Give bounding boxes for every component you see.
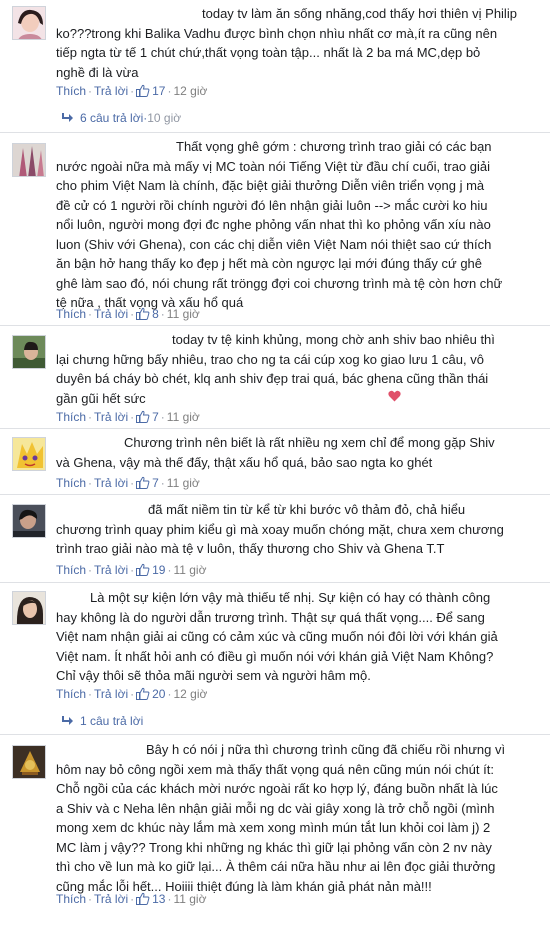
like-count[interactable]: 7 (136, 410, 159, 424)
comment-actions: Thích · Trả lời · 7 · 11 giờ (56, 410, 200, 424)
comment-text: today tv làm ăn sống nhăng,cod thấy hơi … (56, 6, 517, 80)
view-replies-link[interactable]: 6 câu trả lời·10 giờ (60, 111, 181, 125)
view-replies-link[interactable]: 1 câu trả lời (60, 714, 143, 728)
comment-actions: Thích · Trả lời · 20 · 12 giờ (56, 687, 208, 701)
like-button[interactable]: Thích (56, 892, 86, 906)
divider (0, 132, 550, 133)
like-button[interactable]: Thích (56, 563, 86, 577)
timestamp[interactable]: 11 giờ (173, 892, 206, 906)
like-button[interactable]: Thích (56, 410, 86, 424)
comment-actions: Thích · Trả lời · 8 · 11 giờ (56, 307, 200, 321)
timestamp[interactable]: 11 giờ (167, 410, 200, 424)
divider (0, 428, 550, 429)
avatar[interactable] (12, 437, 46, 471)
like-count[interactable]: 20 (136, 687, 165, 701)
reply-button[interactable]: Trả lời (94, 687, 128, 701)
thumbs-up-icon (136, 410, 150, 423)
divider (0, 325, 550, 326)
comment-text: today tv tệ kinh khủng, mong chờ anh shi… (56, 332, 495, 406)
avatar[interactable] (12, 591, 46, 625)
comment-text: Chương trình nên biết là rất nhiều ng xe… (56, 435, 495, 470)
thumbs-up-icon (136, 84, 150, 97)
like-count[interactable]: 19 (136, 563, 165, 577)
timestamp[interactable]: 11 giờ (167, 307, 200, 321)
comment-actions: Thích · Trả lời · 7 · 11 giờ (56, 476, 200, 490)
thumbs-up-icon (136, 476, 150, 489)
divider (0, 582, 550, 583)
avatar[interactable] (12, 6, 46, 40)
like-count[interactable]: 7 (136, 476, 159, 490)
reply-button[interactable]: Trả lời (94, 563, 128, 577)
heart-emoji-icon (388, 389, 401, 407)
reply-button[interactable]: Trả lời (94, 307, 128, 321)
like-count[interactable]: 17 (136, 84, 165, 98)
timestamp[interactable]: 12 giờ (173, 687, 207, 701)
like-count[interactable]: 13 (136, 892, 165, 906)
like-count[interactable]: 8 (136, 307, 159, 321)
avatar[interactable] (12, 745, 46, 779)
replies-timestamp: 10 giờ (147, 111, 182, 125)
reply-button[interactable]: Trả lời (94, 892, 128, 906)
avatar[interactable] (12, 504, 46, 538)
avatar[interactable] (12, 143, 46, 177)
timestamp[interactable]: 12 giờ (173, 84, 207, 98)
timestamp[interactable]: 11 giờ (173, 563, 206, 577)
comment-text: đã mất niềm tin từ kể từ khi bước vô thả… (56, 502, 504, 556)
replies-count[interactable]: 6 câu trả lời (80, 111, 143, 125)
thumbs-up-icon (136, 307, 150, 320)
comment-text: Bây h có nói j nữa thì chương trình cũng… (56, 742, 506, 894)
thumbs-up-icon (136, 687, 150, 700)
timestamp[interactable]: 11 giờ (167, 476, 200, 490)
reply-arrow-icon (62, 716, 73, 725)
avatar[interactable] (12, 335, 46, 369)
reply-button[interactable]: Trả lời (94, 476, 128, 490)
thumbs-up-icon (136, 563, 150, 576)
comment-text: Là một sự kiện lớn vậy mà thiếu tế nhị. … (56, 590, 498, 683)
comment-actions: Thích · Trả lời · 19 · 11 giờ (56, 563, 207, 577)
reply-button[interactable]: Trả lời (94, 84, 128, 98)
comment-actions: Thích · Trả lời · 13 · 11 giờ (56, 892, 207, 906)
reply-arrow-icon (62, 113, 73, 122)
divider (0, 734, 550, 735)
comment-text: Thất vọng ghê gớm : chương trình trao gi… (56, 139, 503, 310)
like-button[interactable]: Thích (56, 687, 86, 701)
like-button[interactable]: Thích (56, 476, 86, 490)
reply-button[interactable]: Trả lời (94, 410, 128, 424)
divider (0, 494, 550, 495)
comment-actions: Thích · Trả lời · 17 · 12 giờ (56, 84, 208, 98)
thumbs-up-icon (136, 892, 150, 905)
replies-count[interactable]: 1 câu trả lời (80, 714, 143, 728)
like-button[interactable]: Thích (56, 84, 86, 98)
like-button[interactable]: Thích (56, 307, 86, 321)
